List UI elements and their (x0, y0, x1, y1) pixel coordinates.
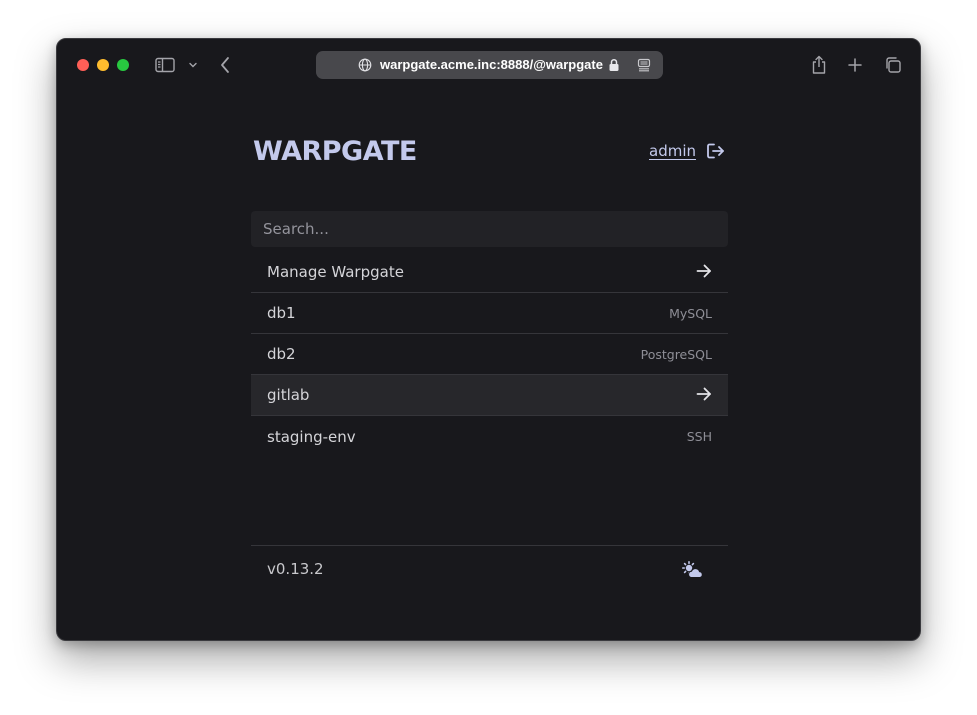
target-kind: PostgreSQL (640, 346, 712, 362)
target-row-db1[interactable]: db1 MySQL (251, 293, 728, 334)
zoom-window-button[interactable] (117, 59, 129, 71)
target-row-db2[interactable]: db2 PostgreSQL (251, 334, 728, 375)
cloud-sun-icon[interactable] (682, 561, 704, 583)
close-window-button[interactable] (77, 59, 89, 71)
browser-window: warpgate.acme.inc:8888/@warpgate WARPGAT… (56, 38, 921, 641)
page-header: WARPGATE admin (251, 134, 728, 170)
arrow-right-icon (696, 386, 712, 405)
warpgate-page: WARPGATE admin Manage Warpgate db1 MySQL… (251, 134, 728, 578)
target-row-gitlab[interactable]: gitlab (251, 375, 728, 416)
warpgate-logo[interactable]: WARPGATE (253, 134, 417, 170)
browser-toolbar: warpgate.acme.inc:8888/@warpgate (57, 39, 920, 91)
sidebar-icon[interactable] (154, 53, 176, 77)
url-text: warpgate.acme.inc:8888/@warpgate (380, 57, 603, 72)
version-label: v0.13.2 (267, 560, 324, 578)
username-link[interactable]: admin (649, 140, 696, 162)
target-kind: SSH (686, 429, 712, 444)
target-kind: MySQL (669, 305, 712, 321)
target-row-staging-env[interactable]: staging-env SSH (251, 416, 728, 457)
chevron-down-icon[interactable] (187, 53, 199, 77)
globe-icon (358, 58, 372, 75)
reader-icon[interactable] (637, 58, 651, 75)
arrow-right-icon (696, 263, 712, 282)
page-footer: v0.13.2 (251, 545, 728, 593)
target-row-manage-warpgate[interactable]: Manage Warpgate (251, 252, 728, 293)
target-name: staging-env (267, 427, 356, 446)
minimize-window-button[interactable] (97, 59, 109, 71)
target-name: gitlab (267, 386, 310, 404)
share-icon[interactable] (810, 53, 828, 77)
target-name: Manage Warpgate (267, 263, 404, 281)
back-icon[interactable] (218, 53, 232, 77)
lock-icon (608, 58, 620, 75)
search-input[interactable] (251, 211, 728, 247)
plus-icon[interactable] (846, 53, 864, 77)
address-bar[interactable]: warpgate.acme.inc:8888/@warpgate (316, 51, 663, 79)
target-list: Manage Warpgate db1 MySQL db2 PostgreSQL… (251, 252, 728, 457)
target-name: db1 (267, 304, 296, 322)
target-name: db2 (267, 345, 296, 363)
tabs-icon[interactable] (883, 53, 903, 77)
logout-icon[interactable] (706, 142, 726, 164)
